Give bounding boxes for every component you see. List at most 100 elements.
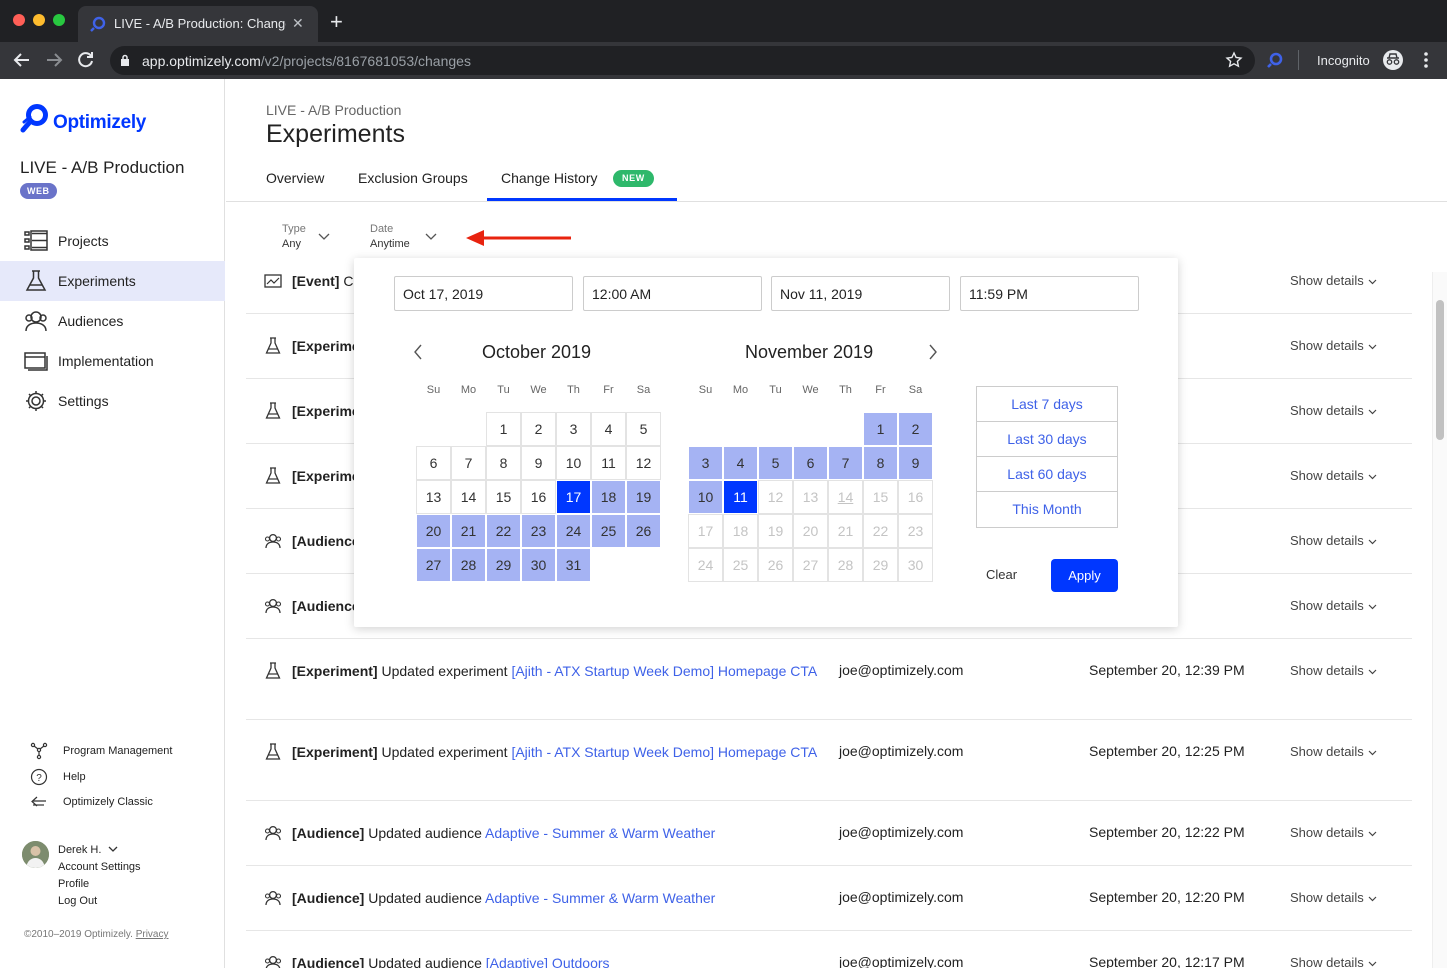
show-details-button[interactable]: Show details	[1290, 273, 1377, 288]
calendar-day[interactable]: 13	[416, 480, 451, 514]
show-details-button[interactable]: Show details	[1290, 744, 1377, 759]
calendar-day[interactable]: 17	[688, 514, 723, 548]
log-out-link[interactable]: Log Out	[58, 895, 97, 907]
calendar-day[interactable]: 25	[591, 514, 626, 548]
type-filter-dropdown[interactable]: Type Any	[282, 223, 332, 250]
calendar-day[interactable]: 28	[828, 548, 863, 582]
calendar-day[interactable]: 25	[723, 548, 758, 582]
calendar-day[interactable]: 2	[898, 412, 933, 446]
more-menu-icon[interactable]	[1420, 50, 1432, 70]
show-details-button[interactable]: Show details	[1290, 338, 1377, 353]
calendar-day[interactable]: 24	[688, 548, 723, 582]
preset-this-month[interactable]: This Month	[977, 492, 1117, 527]
apply-button[interactable]: Apply	[1051, 559, 1118, 592]
bookmark-star-icon[interactable]	[1225, 51, 1243, 69]
calendar-day[interactable]: 21	[451, 514, 486, 548]
preset-last-7-days[interactable]: Last 7 days	[977, 387, 1117, 422]
calendar-day[interactable]: 21	[828, 514, 863, 548]
calendar-day[interactable]: 18	[723, 514, 758, 548]
calendar-day[interactable]: 11	[723, 480, 758, 514]
calendar-day[interactable]: 2	[521, 412, 556, 446]
end-time-input[interactable]: 11:59 PM	[960, 276, 1139, 311]
calendar-day[interactable]: 9	[521, 446, 556, 480]
calendar-day[interactable]: 10	[688, 480, 723, 514]
calendar-day[interactable]: 4	[723, 446, 758, 480]
forward-arrow-icon[interactable]	[44, 50, 64, 70]
tab-close-icon[interactable]: ✕	[292, 15, 304, 32]
calendar-day[interactable]: 5	[626, 412, 661, 446]
show-details-button[interactable]: Show details	[1290, 825, 1377, 840]
breadcrumb[interactable]: LIVE - A/B Production	[266, 102, 401, 118]
calendar-day[interactable]: 29	[486, 548, 521, 582]
calendar-day[interactable]: 24	[556, 514, 591, 548]
next-month-icon[interactable]	[928, 344, 938, 360]
calendar-day[interactable]: 27	[416, 548, 451, 582]
calendar-day[interactable]: 19	[758, 514, 793, 548]
start-time-input[interactable]: 12:00 AM	[583, 276, 762, 311]
calendar-day[interactable]: 3	[688, 446, 723, 480]
window-minimize-button[interactable]	[33, 14, 45, 26]
clear-button[interactable]: Clear	[986, 567, 1017, 582]
calendar-day[interactable]: 20	[416, 514, 451, 548]
change-target-link[interactable]: [Adaptive] Outdoors	[486, 955, 610, 968]
project-name[interactable]: LIVE - A/B Production	[20, 158, 184, 178]
incognito-icon[interactable]	[1383, 50, 1403, 70]
calendar-day[interactable]: 6	[416, 446, 451, 480]
calendar-day[interactable]: 26	[758, 548, 793, 582]
tab-change-history[interactable]: Change History	[501, 170, 598, 186]
show-details-button[interactable]: Show details	[1290, 598, 1377, 613]
calendar-day[interactable]: 28	[451, 548, 486, 582]
calendar-day[interactable]: 16	[521, 480, 556, 514]
sidebar-item-projects[interactable]: Projects	[0, 221, 225, 261]
back-arrow-icon[interactable]	[12, 50, 32, 70]
show-details-button[interactable]: Show details	[1290, 890, 1377, 905]
calendar-day[interactable]: 16	[898, 480, 933, 514]
show-details-button[interactable]: Show details	[1290, 663, 1377, 678]
sidebar-item-experiments[interactable]: Experiments	[0, 261, 225, 301]
calendar-day[interactable]: 1	[863, 412, 898, 446]
show-details-button[interactable]: Show details	[1290, 403, 1377, 418]
calendar-day[interactable]: 14	[451, 480, 486, 514]
calendar-day[interactable]: 14	[828, 480, 863, 514]
calendar-day[interactable]: 26	[626, 514, 661, 548]
calendar-day[interactable]: 7	[828, 446, 863, 480]
calendar-day[interactable]: 3	[556, 412, 591, 446]
calendar-day[interactable]: 30	[898, 548, 933, 582]
calendar-day[interactable]: 29	[863, 548, 898, 582]
calendar-day[interactable]: 20	[793, 514, 828, 548]
sidebar-item-audiences[interactable]: Audiences	[0, 301, 225, 341]
sidebar-item-implementation[interactable]: Implementation	[0, 341, 225, 381]
show-details-button[interactable]: Show details	[1290, 955, 1377, 968]
new-tab-button[interactable]: +	[330, 11, 343, 33]
optimizely-extension-icon[interactable]	[1266, 51, 1284, 69]
calendar-day[interactable]: 31	[556, 548, 591, 582]
calendar-day[interactable]: 12	[758, 480, 793, 514]
show-details-button[interactable]: Show details	[1290, 468, 1377, 483]
change-target-link[interactable]: [Ajith - ATX Startup Week Demo] Homepage…	[511, 744, 817, 760]
calendar-day[interactable]: 7	[451, 446, 486, 480]
calendar-day[interactable]: 5	[758, 446, 793, 480]
reload-icon[interactable]	[76, 50, 96, 70]
address-bar[interactable]: app.optimizely.com/v2/projects/816768105…	[110, 46, 1255, 75]
window-zoom-button[interactable]	[53, 14, 65, 26]
tab-overview[interactable]: Overview	[266, 170, 324, 186]
profile-link[interactable]: Profile	[58, 878, 89, 890]
calendar-day[interactable]: 23	[898, 514, 933, 548]
calendar-day[interactable]: 17	[556, 480, 591, 514]
calendar-day[interactable]: 4	[591, 412, 626, 446]
tab-exclusion-groups[interactable]: Exclusion Groups	[358, 170, 468, 186]
calendar-day[interactable]: 12	[626, 446, 661, 480]
change-target-link[interactable]: Adaptive - Summer & Warm Weather	[485, 890, 715, 906]
user-name-menu[interactable]: Derek H.	[58, 844, 118, 856]
calendar-day[interactable]: 19	[626, 480, 661, 514]
calendar-day[interactable]: 18	[591, 480, 626, 514]
scrollbar-thumb[interactable]	[1436, 300, 1444, 440]
account-settings-link[interactable]: Account Settings	[58, 861, 141, 873]
calendar-day[interactable]: 22	[863, 514, 898, 548]
privacy-link[interactable]: Privacy	[136, 929, 169, 940]
calendar-day[interactable]: 9	[898, 446, 933, 480]
calendar-day[interactable]: 8	[486, 446, 521, 480]
avatar[interactable]	[22, 841, 49, 868]
date-filter-dropdown[interactable]: Date Anytime	[370, 223, 440, 250]
calendar-day[interactable]: 1	[486, 412, 521, 446]
